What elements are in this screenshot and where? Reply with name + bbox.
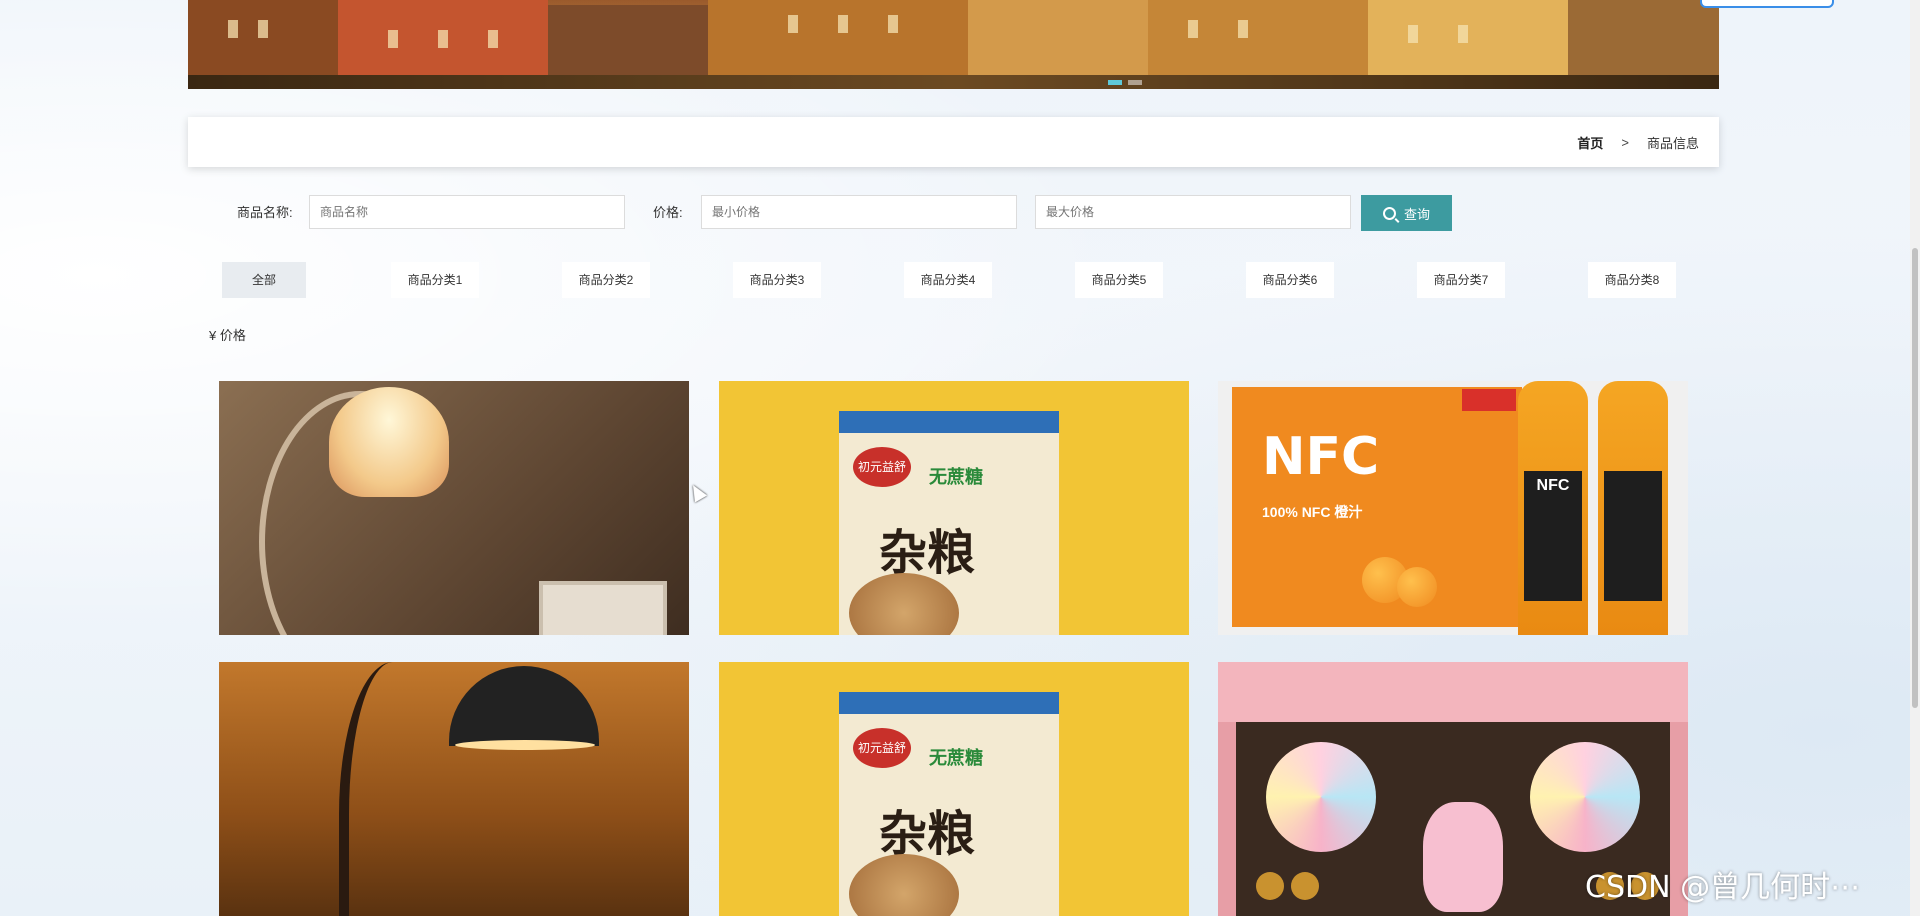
name-label: 商品名称: [237, 205, 293, 220]
category-tab-all[interactable]: 全部 [222, 262, 306, 298]
product-card[interactable] [219, 662, 689, 916]
category-tab[interactable]: 商品分类8 [1588, 262, 1676, 298]
scroll-thumb[interactable] [1912, 248, 1918, 708]
max-price-input[interactable] [1035, 195, 1351, 229]
breadcrumb-separator: > [1621, 134, 1629, 150]
product-card[interactable]: 初元益舒 无蔗糖 杂粮 [719, 381, 1189, 635]
search-form: 商品名称: 价格: 查询 [188, 195, 1488, 231]
product-image-desk-lamp [449, 666, 599, 746]
search-icon [1382, 206, 1396, 220]
category-tab[interactable]: 商品分类4 [904, 262, 992, 298]
product-card[interactable]: NFC 100% NFC 橙汁 NFC ​ [1218, 381, 1688, 635]
carousel-indicators[interactable] [1108, 80, 1142, 85]
category-tab[interactable]: 商品分类3 [733, 262, 821, 298]
product-name-input[interactable] [309, 195, 625, 229]
breadcrumb-home-link[interactable]: 首页 [1577, 133, 1603, 152]
price-sort-link[interactable]: ¥ 价格 [209, 325, 246, 344]
breadcrumb-current: 商品信息 [1646, 135, 1699, 151]
watermark: CSDN @曾几何时⋯ [1585, 870, 1861, 905]
category-tab[interactable]: 商品分类1 [391, 262, 479, 298]
product-card[interactable] [219, 381, 689, 635]
carousel-dot[interactable] [1128, 80, 1142, 85]
category-tab[interactable]: 商品分类6 [1246, 262, 1334, 298]
product-image-nfc-orange-juice: NFC 100% NFC 橙汁 [1232, 387, 1522, 627]
category-tab[interactable]: 商品分类5 [1075, 262, 1163, 298]
price-label: 价格: [653, 205, 683, 220]
product-image-table-lamp [329, 387, 449, 497]
page-scrollbar[interactable] [1910, 0, 1920, 916]
carousel-dot[interactable] [1108, 80, 1122, 85]
user-menu-button[interactable] [1700, 0, 1834, 8]
product-image-grain-biscuit-box: 初元益舒 无蔗糖 杂粮 [839, 692, 1059, 916]
hero-banner [188, 0, 1719, 89]
breadcrumb: 首页 > 商品信息 [1577, 117, 1699, 167]
search-button-label: 查询 [1403, 206, 1430, 222]
breadcrumb-bar: 首页 > 商品信息 [188, 117, 1719, 167]
category-tab[interactable]: 商品分类7 [1417, 262, 1505, 298]
search-button[interactable]: 查询 [1361, 195, 1452, 231]
category-tab[interactable]: 商品分类2 [562, 262, 650, 298]
product-card[interactable]: 初元益舒 无蔗糖 杂粮 [719, 662, 1189, 916]
product-image-grain-biscuit-box: 初元益舒 无蔗糖 杂粮 [839, 411, 1059, 635]
min-price-input[interactable] [701, 195, 1017, 229]
